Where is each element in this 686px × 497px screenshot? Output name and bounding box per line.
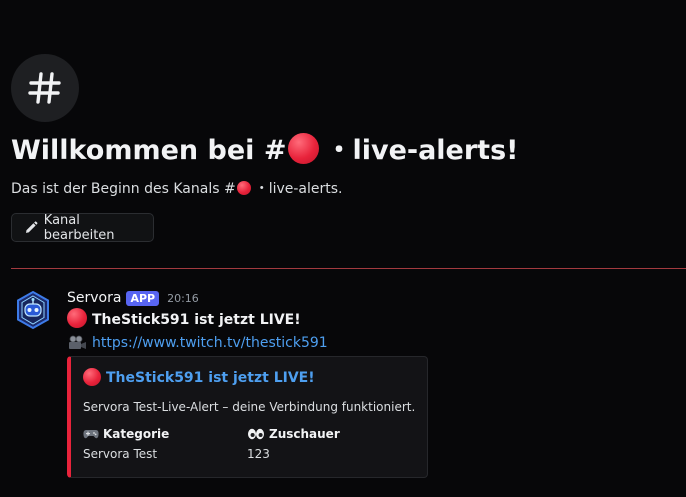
author-name[interactable]: Servora bbox=[67, 290, 121, 306]
welcome-subtitle-prefix: Das ist der Beginn des Kanals # bbox=[11, 181, 236, 197]
embed-card: TheStick591 ist jetzt LIVE! Servora Test… bbox=[67, 356, 428, 478]
message-timestamp[interactable]: 20:16 bbox=[167, 292, 199, 305]
message-headline-text: TheStick591 ist jetzt LIVE! bbox=[92, 312, 301, 328]
avatar[interactable] bbox=[13, 290, 53, 330]
movie-camera-icon bbox=[69, 335, 86, 349]
embed-field-viewers: Zuschauer 123 bbox=[247, 425, 340, 463]
welcome-title-suffix: ・live-alerts! bbox=[325, 135, 519, 166]
welcome-subtitle: Das ist der Beginn des Kanals # ・live-ale… bbox=[11, 179, 343, 199]
red-circle-icon bbox=[288, 133, 320, 164]
red-circle-icon bbox=[67, 308, 87, 328]
welcome-title-prefix: Willkommen bei # bbox=[11, 135, 287, 166]
embed-field-value: Servora Test bbox=[83, 447, 158, 461]
message-header: Servora APP 20:16 bbox=[67, 290, 199, 306]
new-messages-divider bbox=[11, 268, 686, 269]
robot-avatar-icon bbox=[17, 290, 49, 330]
welcome-subtitle-suffix: ・live-alerts. bbox=[254, 181, 343, 197]
red-circle-icon bbox=[236, 181, 251, 195]
embed-field-name-text: Kategorie bbox=[103, 427, 170, 441]
message-headline: TheStick591 ist jetzt LIVE! bbox=[67, 308, 301, 330]
edit-channel-label: Kanal bearbeiten bbox=[43, 212, 115, 243]
app-badge: APP bbox=[126, 290, 160, 306]
red-circle-icon bbox=[83, 368, 101, 386]
hashtag-icon bbox=[11, 54, 79, 122]
embed-field-name: Kategorie bbox=[83, 425, 169, 443]
message-link-line: https://www.twitch.tv/thestick591 bbox=[67, 333, 328, 353]
embed-title[interactable]: TheStick591 ist jetzt LIVE! bbox=[83, 368, 315, 388]
embed-field-name: Zuschauer bbox=[247, 425, 340, 443]
embed-field-category: Kategorie Servora Test bbox=[83, 425, 169, 463]
embed-field-value: 123 bbox=[247, 447, 270, 461]
embed-field-name-text: Zuschauer bbox=[269, 427, 340, 441]
game-controller-icon bbox=[83, 430, 99, 439]
edit-channel-button[interactable]: Kanal bearbeiten bbox=[11, 212, 154, 243]
channel-view: Willkommen bei # ・live-alerts! Das ist de… bbox=[0, 0, 686, 497]
embed-title-text: TheStick591 ist jetzt LIVE! bbox=[106, 370, 315, 386]
eyes-icon bbox=[248, 428, 264, 440]
twitch-link[interactable]: https://www.twitch.tv/thestick591 bbox=[92, 333, 328, 353]
welcome-title: Willkommen bei # ・live-alerts! bbox=[11, 133, 519, 168]
embed-description: Servora Test-Live-Alert – deine Verbindu… bbox=[83, 400, 416, 414]
pencil-icon bbox=[25, 220, 38, 233]
